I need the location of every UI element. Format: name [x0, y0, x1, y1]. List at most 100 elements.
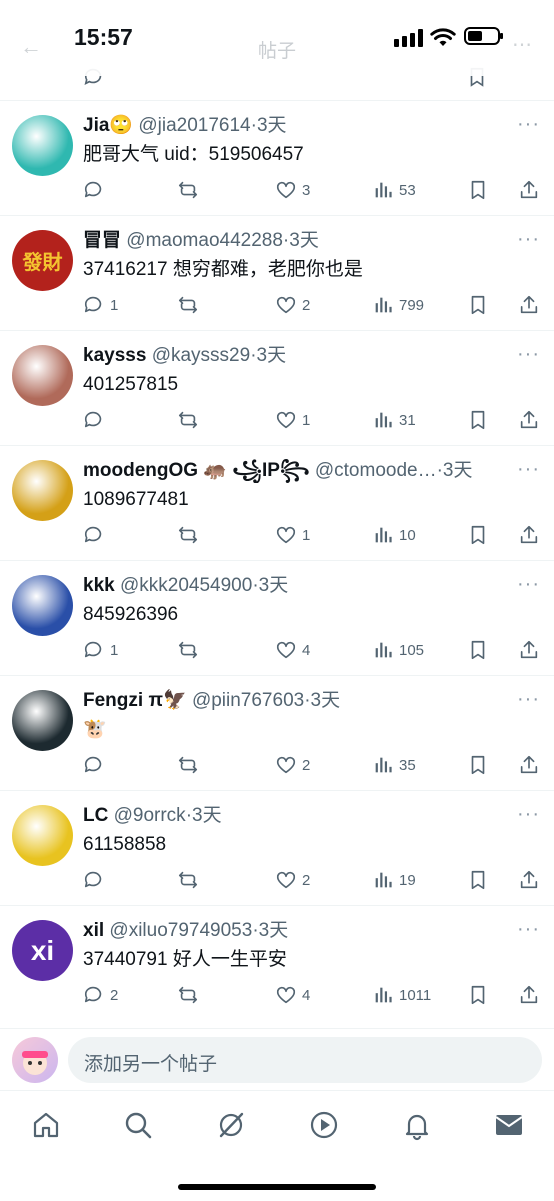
views-button[interactable]: 1011	[372, 982, 431, 1008]
share-button[interactable]	[518, 292, 540, 318]
user-handle[interactable]: @xiluo79749053	[109, 920, 252, 941]
avatar[interactable]	[12, 575, 73, 636]
reply-post[interactable]: kaysss @kaysss29·3天 ··· 401257815 1 31	[0, 330, 554, 445]
more-options-icon[interactable]: ···	[517, 573, 540, 596]
add-post-input[interactable]: 添加另一个帖子	[68, 1037, 542, 1083]
user-handle[interactable]: @kkk20454900	[120, 575, 252, 596]
more-options-icon[interactable]: ···	[517, 688, 540, 711]
avatar[interactable]	[12, 690, 73, 751]
video-icon[interactable]	[308, 1109, 340, 1141]
user-handle[interactable]: @maomao442288	[126, 230, 283, 251]
display-name[interactable]: Jia🙄	[83, 115, 133, 136]
avatar[interactable]: xi	[12, 920, 73, 981]
search-icon[interactable]	[122, 1109, 154, 1141]
my-avatar[interactable]	[12, 1037, 58, 1083]
share-button[interactable]	[518, 752, 540, 778]
repost-button[interactable]	[177, 177, 204, 203]
user-handle[interactable]: @9orrck	[114, 805, 186, 826]
views-button[interactable]: 19	[372, 867, 416, 893]
bookmark-button[interactable]	[467, 177, 489, 203]
reply-post[interactable]: Fengzi π🦅 @piin767603·3天 ··· 🐮 2 35	[0, 675, 554, 790]
repost-button[interactable]	[177, 637, 204, 663]
repost-button[interactable]	[177, 522, 204, 548]
reply-post[interactable]: Jia🙄 @jia2017614·3天 ··· 肥哥大气 uid：5195064…	[0, 100, 554, 215]
more-icon[interactable]: ⋯	[512, 32, 532, 57]
share-button[interactable]	[518, 177, 540, 203]
reply-post[interactable]: LC @9orrck·3天 ··· 61158858 2 19	[0, 790, 554, 905]
display-name[interactable]: 冒冒	[83, 230, 121, 251]
repost-button[interactable]	[177, 407, 204, 433]
bookmark-button[interactable]	[467, 292, 489, 318]
post-text: 401257815	[83, 374, 179, 395]
reply-button[interactable]	[83, 752, 110, 778]
like-button[interactable]: 2	[275, 867, 310, 893]
user-handle[interactable]: @kaysss29	[152, 345, 251, 366]
views-button[interactable]: 53	[372, 177, 416, 203]
like-button[interactable]: 1	[275, 522, 310, 548]
display-name[interactable]: xil	[83, 920, 104, 941]
display-name[interactable]: Fengzi π🦅	[83, 690, 187, 711]
reply-button[interactable]: 1	[83, 292, 118, 318]
reply-button[interactable]: 1	[83, 637, 118, 663]
reply-post[interactable]: 發財 冒冒 @maomao442288·3天 ··· 37416217 想穷都难…	[0, 215, 554, 330]
share-button[interactable]	[518, 407, 540, 433]
bookmark-button[interactable]	[467, 637, 489, 663]
share-button[interactable]	[518, 867, 540, 893]
reply-post[interactable]: kkk @kkk20454900·3天 ··· 845926396 1 4 10…	[0, 560, 554, 675]
display-name[interactable]: kaysss	[83, 345, 146, 366]
like-button[interactable]: 1	[275, 407, 310, 433]
display-name[interactable]: LC	[83, 805, 108, 826]
reply-button[interactable]	[83, 177, 110, 203]
reply-button[interactable]	[83, 407, 110, 433]
views-button[interactable]: 35	[372, 752, 416, 778]
more-options-icon[interactable]: ···	[517, 803, 540, 826]
reply-button[interactable]	[83, 522, 110, 548]
user-handle[interactable]: @ctomoode…	[315, 460, 437, 481]
more-options-icon[interactable]: ···	[517, 228, 540, 251]
repost-button[interactable]	[177, 867, 204, 893]
more-options-icon[interactable]: ···	[517, 113, 540, 136]
like-button[interactable]: 2	[275, 292, 310, 318]
like-button[interactable]: 3	[275, 177, 310, 203]
bookmark-button[interactable]	[467, 867, 489, 893]
bookmark-button[interactable]	[467, 522, 489, 548]
share-button[interactable]	[518, 637, 540, 663]
repost-button[interactable]	[177, 982, 204, 1008]
repost-button[interactable]	[177, 292, 204, 318]
avatar[interactable]: 發財	[12, 230, 73, 291]
display-name[interactable]: kkk	[83, 575, 115, 596]
share-button[interactable]	[518, 982, 540, 1008]
like-button[interactable]: 4	[275, 637, 310, 663]
bookmark-button[interactable]	[467, 982, 489, 1008]
avatar[interactable]	[12, 115, 73, 176]
display-name[interactable]: moodengOG 🦛 ꧁IP꧂	[83, 460, 310, 481]
more-options-icon[interactable]: ···	[517, 343, 540, 366]
bell-icon[interactable]	[401, 1109, 433, 1141]
user-handle[interactable]: @piin767603	[192, 690, 304, 711]
reply-button[interactable]	[83, 867, 110, 893]
view-count: 105	[399, 641, 425, 659]
avatar[interactable]	[12, 805, 73, 866]
share-button[interactable]	[518, 522, 540, 548]
mail-icon[interactable]	[493, 1109, 525, 1141]
more-options-icon[interactable]: ···	[517, 458, 540, 481]
like-button[interactable]: 2	[275, 752, 310, 778]
reply-post[interactable]: moodengOG 🦛 ꧁IP꧂ @ctomoode…·3天 ··· 10896…	[0, 445, 554, 560]
views-button[interactable]: 105	[372, 637, 424, 663]
views-button[interactable]: 799	[372, 292, 424, 318]
bookmark-button[interactable]	[467, 407, 489, 433]
home-icon[interactable]	[30, 1109, 62, 1141]
views-button[interactable]: 31	[372, 407, 416, 433]
repost-button[interactable]	[177, 752, 204, 778]
user-handle[interactable]: @jia2017614	[138, 115, 250, 136]
reply-button[interactable]: 2	[83, 982, 118, 1008]
avatar[interactable]	[12, 345, 73, 406]
like-button[interactable]: 4	[275, 982, 310, 1008]
views-icon	[375, 182, 392, 198]
grok-icon[interactable]	[215, 1109, 247, 1141]
more-options-icon[interactable]: ···	[517, 918, 540, 941]
reply-post[interactable]: xi xil @xiluo79749053·3天 ··· 37440791 好人…	[0, 905, 554, 1020]
avatar[interactable]	[12, 460, 73, 521]
views-button[interactable]: 10	[372, 522, 416, 548]
bookmark-button[interactable]	[467, 752, 489, 778]
